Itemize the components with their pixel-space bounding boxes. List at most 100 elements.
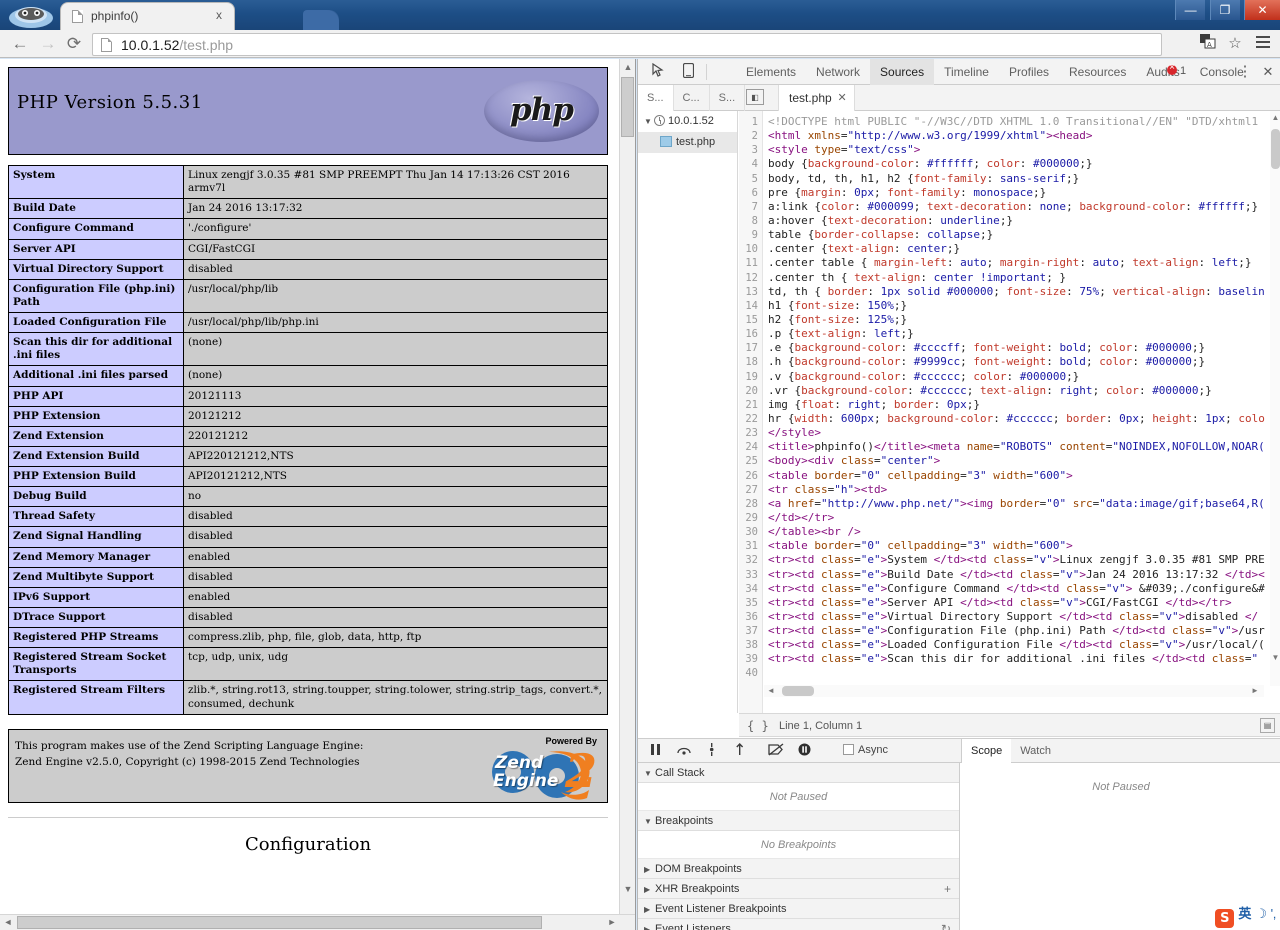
line-number[interactable]: 6 — [739, 186, 762, 200]
line-number[interactable]: 4 — [739, 157, 762, 171]
line-number[interactable]: 1 — [739, 115, 762, 129]
tab-timeline[interactable]: Timeline — [934, 59, 999, 85]
section-call-stack[interactable]: ▼Call Stack — [638, 763, 959, 783]
line-number[interactable]: 11 — [739, 256, 762, 270]
refresh-icon[interactable]: ↻ — [941, 919, 951, 930]
line-number[interactable]: 37 — [739, 624, 762, 638]
code-line[interactable]: <tr><td class="e">Build Date </td><td cl… — [764, 568, 1280, 582]
code-line[interactable]: hr {width: 600px; background-color: #ccc… — [764, 412, 1280, 426]
editor-vertical-scroll-thumb[interactable] — [1271, 129, 1280, 169]
expand-caret-icon[interactable]: ▼ — [644, 764, 655, 784]
code-line[interactable]: <!DOCTYPE html PUBLIC "-//W3C//DTD XHTML… — [764, 115, 1280, 129]
php-logo-icon[interactable]: php — [484, 80, 599, 142]
collapse-caret-icon[interactable]: ▶ — [644, 860, 655, 880]
line-number[interactable]: 16 — [739, 327, 762, 341]
page-horizontal-scroll-thumb[interactable] — [17, 916, 542, 929]
tab-scope[interactable]: Scope — [962, 739, 1011, 764]
maximize-button[interactable]: ❐ — [1210, 0, 1240, 20]
line-number[interactable]: 7 — [739, 200, 762, 214]
pretty-print-icon[interactable]: { } — [747, 714, 769, 738]
line-number[interactable]: 17 — [739, 341, 762, 355]
editor-scroll-down-icon[interactable]: ▼ — [1270, 651, 1280, 665]
code-line[interactable]: table {border-collapse: collapse;} — [764, 228, 1280, 242]
line-number[interactable]: 26 — [739, 469, 762, 483]
editor-file-tab[interactable]: test.php ✕ — [778, 85, 855, 111]
code-line[interactable]: h1 {font-size: 150%;} — [764, 299, 1280, 313]
code-line[interactable]: .v {background-color: #cccccc; color: #0… — [764, 370, 1280, 384]
code-line[interactable] — [764, 666, 1280, 680]
collapse-caret-icon[interactable]: ▶ — [644, 900, 655, 920]
code-line[interactable]: <tr><td class="e">System </td><td class=… — [764, 553, 1280, 567]
code-line[interactable]: pre {margin: 0px; font-family: monospace… — [764, 186, 1280, 200]
async-checkbox-box[interactable] — [843, 744, 854, 755]
section-breakpoints[interactable]: ▼Breakpoints — [638, 811, 959, 831]
pause-on-exceptions-icon[interactable] — [794, 743, 814, 760]
code-line[interactable]: <title>phpinfo()</title><meta name="ROBO… — [764, 440, 1280, 454]
line-number[interactable]: 18 — [739, 355, 762, 369]
deactivate-breakpoints-icon[interactable] — [766, 743, 786, 760]
tab-phpinfo[interactable]: phpinfo() x — [60, 2, 235, 30]
line-number[interactable]: 21 — [739, 398, 762, 412]
page-horizontal-scrollbar[interactable]: ◄ ► — [0, 914, 636, 930]
close-window-button[interactable]: ✕ — [1244, 0, 1280, 20]
ime-tray[interactable]: S英☽ '‚ — [1215, 902, 1276, 926]
code-line[interactable]: <tr class="h"><td> — [764, 483, 1280, 497]
device-toolbar-icon[interactable] — [676, 63, 700, 81]
pause-resume-icon[interactable] — [646, 743, 666, 760]
section-dom-breakpoints[interactable]: ▶DOM Breakpoints — [638, 859, 959, 879]
line-number[interactable]: 20 — [739, 384, 762, 398]
star-icon[interactable]: ☆ — [1224, 34, 1246, 54]
code-line[interactable]: .p {text-align: left;} — [764, 327, 1280, 341]
editor-scroll-right-icon[interactable]: ► — [1248, 685, 1262, 697]
code-line[interactable]: <tr><td class="e">Server API </td><td cl… — [764, 596, 1280, 610]
code-line[interactable]: <tr><td class="e">Configure Command </td… — [764, 582, 1280, 596]
ime-mode-label[interactable]: 英 — [1238, 906, 1251, 921]
editor-format-icon[interactable]: ▤ — [1260, 718, 1275, 733]
async-checkbox[interactable]: Async — [843, 744, 888, 756]
address-bar[interactable]: 10.0.1.52/test.php — [92, 33, 1162, 56]
line-number[interactable]: 31 — [739, 539, 762, 553]
code-line[interactable]: a:link {color: #000099; text-decoration:… — [764, 200, 1280, 214]
reload-button[interactable]: ⟳ — [62, 33, 86, 55]
section-xhr-breakpoints[interactable]: ▶XHR Breakpoints+ — [638, 879, 959, 899]
code-line[interactable]: <body><div class="center"> — [764, 454, 1280, 468]
line-number[interactable]: 22 — [739, 412, 762, 426]
editor-vertical-scrollbar[interactable]: ▲ ▼ — [1270, 111, 1280, 686]
collapse-navigator-icon[interactable]: ◧ — [746, 89, 764, 105]
back-button[interactable]: ← — [8, 33, 32, 55]
line-number[interactable]: 24 — [739, 440, 762, 454]
code-line[interactable]: <tr><td class="e">Virtual Directory Supp… — [764, 610, 1280, 624]
editor-horizontal-scrollbar[interactable]: ◄ ► — [764, 685, 1264, 697]
scroll-right-arrow-icon[interactable]: ► — [604, 915, 620, 930]
forward-button[interactable]: → — [36, 33, 60, 55]
line-number[interactable]: 29 — [739, 511, 762, 525]
new-tab-button[interactable] — [303, 10, 339, 32]
sources-side-tab-2[interactable]: S... — [710, 85, 746, 111]
tab-elements[interactable]: Elements — [736, 59, 806, 85]
ime-moon-icon[interactable]: ☽ — [1255, 906, 1267, 921]
scroll-down-arrow-icon[interactable]: ▼ — [620, 881, 636, 898]
code-line[interactable]: <style type="text/css"> — [764, 143, 1280, 157]
scroll-left-arrow-icon[interactable]: ◄ — [0, 915, 16, 930]
navigator-file-row[interactable]: test.php — [638, 132, 737, 153]
line-number[interactable]: 38 — [739, 638, 762, 652]
code-line[interactable]: <tr><td class="e">Configuration File (ph… — [764, 624, 1280, 638]
line-number[interactable]: 3 — [739, 143, 762, 157]
line-number[interactable]: 25 — [739, 454, 762, 468]
line-number[interactable]: 35 — [739, 596, 762, 610]
editor-horizontal-scroll-thumb[interactable] — [782, 686, 814, 696]
code-line[interactable]: <tr><td class="e">Loaded Configuration F… — [764, 638, 1280, 652]
add-button[interactable]: + — [944, 879, 951, 899]
code-line[interactable]: a:hover {text-decoration: underline;} — [764, 214, 1280, 228]
line-number[interactable]: 2 — [739, 129, 762, 143]
code-line[interactable]: h2 {font-size: 125%;} — [764, 313, 1280, 327]
tab-sources[interactable]: Sources — [870, 59, 934, 85]
tab-watch[interactable]: Watch — [1011, 739, 1060, 764]
devtools-close-icon[interactable]: ✕ — [1256, 63, 1280, 81]
code-line[interactable]: <table border="0" cellpadding="3" width=… — [764, 539, 1280, 553]
code-line[interactable]: </td></tr> — [764, 511, 1280, 525]
source-code-editor[interactable]: 1234567891011121314151617181920212223242… — [739, 111, 1280, 713]
sources-side-tab-1[interactable]: C... — [674, 85, 710, 111]
line-number[interactable]: 30 — [739, 525, 762, 539]
tab-network[interactable]: Network — [806, 59, 870, 85]
